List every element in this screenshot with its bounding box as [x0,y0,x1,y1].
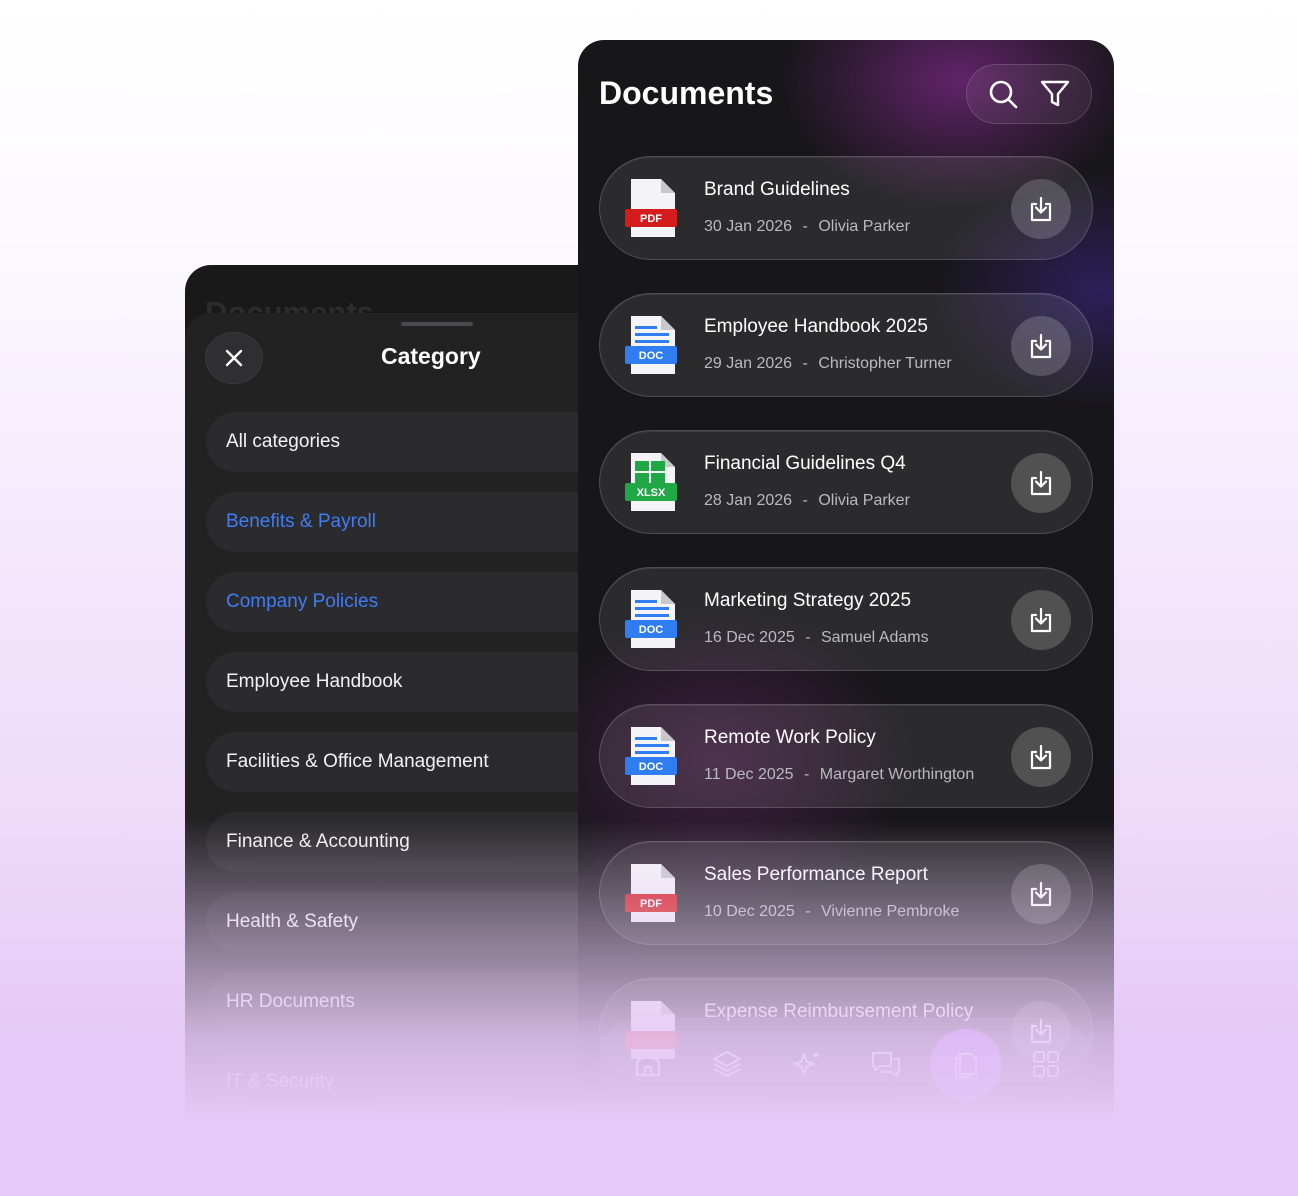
category-screen: Documents Category All categories Benefi… [185,265,605,1165]
document-author: Margaret Worthington [819,766,975,783]
documents-screen: Documents PDF Brand Guidelines 30 Jan 20… [578,40,1114,1160]
nav-layers-button[interactable] [707,1044,747,1084]
document-name: Financial Guidelines Q4 [704,453,906,474]
category-item-hr-documents[interactable]: HR Documents [206,972,605,1032]
document-name: Remote Work Policy [704,727,876,748]
document-author: Christopher Turner [818,355,952,372]
download-icon [1030,333,1052,359]
document-name: Brand Guidelines [704,179,850,200]
meta-separator: - [802,218,808,235]
category-item-company-policies[interactable]: Company Policies [206,572,605,632]
category-item-all[interactable]: All categories [206,412,605,472]
svg-text:DOC: DOC [639,761,664,773]
category-item-benefits-payroll[interactable]: Benefits & Payroll [206,492,605,552]
category-sheet: Category All categories Benefits & Payro… [185,313,605,1165]
document-author: Vivienne Pembroke [820,903,960,920]
document-card[interactable]: XLSX Financial Guidelines Q4 28 Jan 2026… [599,430,1093,534]
document-meta: 16 Dec 2025 - Samuel Adams [704,629,929,647]
nav-home-button[interactable] [628,1044,668,1084]
document-meta: 29 Jan 2026 - Christopher Turner [704,355,952,373]
document-date: 16 Dec 2025 [704,629,795,646]
filter-icon [1040,80,1070,107]
svg-text:PDF: PDF [640,213,662,225]
document-card[interactable]: PDF Brand Guidelines 30 Jan 2026 - Olivi… [599,156,1093,260]
download-button[interactable] [1011,453,1071,513]
document-card[interactable]: DOC Marketing Strategy 2025 16 Dec 2025 … [599,567,1093,671]
category-list: All categories Benefits & Payroll Compan… [206,412,605,1132]
download-icon [1030,744,1052,770]
chat-icon [872,1052,900,1077]
bottom-nav [599,1018,1093,1108]
documents-icon [955,1053,977,1078]
layers-icon [713,1051,741,1077]
category-item-employee-handbook[interactable]: Employee Handbook [206,652,605,712]
download-button[interactable] [1011,179,1071,239]
category-item-health-safety[interactable]: Health & Safety [206,892,605,952]
close-icon [225,349,243,367]
document-list: PDF Brand Guidelines 30 Jan 2026 - Olivi… [599,156,1093,1115]
download-button[interactable] [1011,590,1071,650]
document-author: Samuel Adams [820,629,929,646]
home-icon [635,1051,661,1077]
close-button[interactable] [205,332,263,384]
document-date: 29 Jan 2026 [704,355,793,372]
download-icon [1030,881,1052,907]
page-title: Documents [599,75,774,111]
document-author: Olivia Parker [818,492,910,509]
sparkles-icon [793,1051,820,1075]
sheet-title: Category [381,343,481,369]
search-icon [989,80,1018,109]
document-date: 11 Dec 2025 [704,766,794,783]
download-icon [1030,607,1052,633]
document-meta: 28 Jan 2026 - Olivia Parker [704,492,910,510]
document-card[interactable]: DOC Employee Handbook 2025 29 Jan 2026 -… [599,293,1093,397]
doc-file-icon: DOC [625,316,677,374]
category-item-facilities[interactable]: Facilities & Office Management [206,732,605,792]
meta-separator: - [805,629,811,646]
pdf-file-icon: PDF [625,179,677,237]
sheet-grabber[interactable] [401,322,473,326]
search-button[interactable] [983,74,1023,114]
document-name: Employee Handbook 2025 [704,316,928,337]
document-date: 10 Dec 2025 [704,903,795,920]
nav-chat-button[interactable] [866,1044,906,1084]
document-card[interactable]: PDF Sales Performance Report 10 Dec 2025… [599,841,1093,945]
nav-documents-button[interactable] [946,1044,986,1084]
document-date: 28 Jan 2026 [704,492,793,509]
nav-apps-button[interactable] [1026,1044,1066,1084]
category-item-it-security[interactable]: IT & Security [206,1052,605,1112]
svg-text:DOC: DOC [639,350,664,362]
svg-text:PDF: PDF [640,898,662,910]
meta-separator: - [804,766,810,783]
header-actions [966,64,1092,124]
document-author: Olivia Parker [818,218,910,235]
download-button[interactable] [1011,864,1071,924]
svg-text:XLSX: XLSX [637,487,666,499]
meta-separator: - [802,492,808,509]
pdf-file-icon: PDF [625,864,677,922]
svg-text:DOC: DOC [639,624,664,636]
category-item-finance[interactable]: Finance & Accounting [206,812,605,872]
document-card[interactable]: DOC Remote Work Policy 11 Dec 2025 - Mar… [599,704,1093,808]
document-name: Sales Performance Report [704,864,928,885]
filter-button[interactable] [1035,74,1075,114]
meta-separator: - [805,903,811,920]
document-meta: 11 Dec 2025 - Margaret Worthington [704,766,974,784]
doc-file-icon: DOC [625,590,677,648]
document-name: Marketing Strategy 2025 [704,590,912,611]
doc-file-icon: DOC [625,727,677,785]
download-button[interactable] [1011,727,1071,787]
document-meta: 10 Dec 2025 - Vivienne Pembroke [704,903,959,921]
grid-icon [1033,1051,1059,1077]
download-button[interactable] [1011,316,1071,376]
xlsx-file-icon: XLSX [625,453,677,511]
meta-separator: - [802,355,808,372]
document-date: 30 Jan 2026 [704,218,793,235]
nav-ai-button[interactable] [787,1044,827,1084]
document-meta: 30 Jan 2026 - Olivia Parker [704,218,910,236]
download-icon [1030,470,1052,496]
download-icon [1030,196,1052,222]
